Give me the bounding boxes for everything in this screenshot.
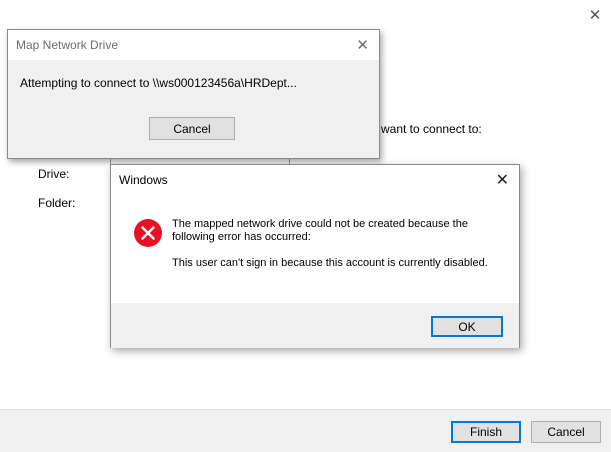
folder-label: Folder: [38, 196, 76, 210]
ok-button[interactable]: OK [431, 316, 503, 337]
finish-button[interactable]: Finish [451, 421, 521, 443]
error-icon [133, 218, 163, 248]
error-dialog-title: Windows [119, 173, 168, 187]
map-network-drive-progress-dialog: Map Network Drive ✕ Attempting to connec… [7, 29, 380, 159]
drive-label: Drive: [38, 167, 70, 181]
wizard-heading: want to connect to: [381, 122, 482, 136]
wizard-footer: Finish Cancel [0, 409, 611, 452]
progress-dialog-titlebar: Map Network Drive ✕ [8, 30, 379, 60]
progress-message: Attempting to connect to \\ws000123456a\… [20, 76, 297, 90]
progress-cancel-button[interactable]: Cancel [149, 117, 235, 140]
error-dialog-close-icon[interactable]: ✕ [496, 170, 509, 190]
windows-error-dialog: Windows ✕ The mapped network drive could… [110, 164, 520, 348]
error-message-detail: This user can't sign in because this acc… [172, 257, 488, 269]
error-dialog-footer: OK [111, 303, 519, 348]
wizard-cancel-button[interactable]: Cancel [531, 421, 601, 443]
progress-dialog-close-icon[interactable]: ✕ [356, 36, 369, 54]
wizard-close-icon[interactable]: ✕ [584, 4, 606, 26]
progress-dialog-title: Map Network Drive [16, 38, 119, 52]
error-message-primary: The mapped network drive could not be cr… [172, 218, 468, 243]
